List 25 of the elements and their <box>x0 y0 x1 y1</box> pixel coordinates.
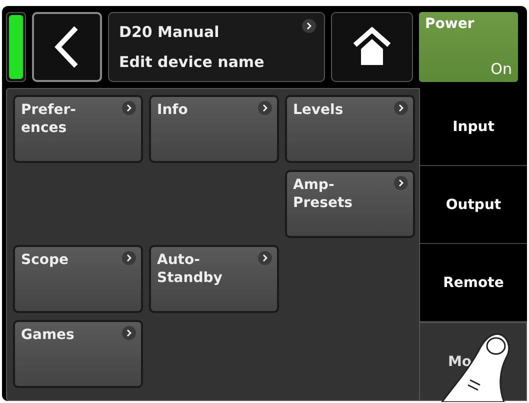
chevron-icon <box>122 326 136 340</box>
menu-button[interactable]: Games <box>13 320 143 388</box>
power-state: On <box>490 60 512 78</box>
menu-button[interactable]: Amp- Presets <box>285 170 415 238</box>
chevron-icon <box>258 101 272 115</box>
device-name-button[interactable]: D20 Manual Edit device name <box>108 12 325 82</box>
menu-button[interactable]: Info <box>149 95 279 163</box>
menu-button[interactable]: Levels <box>285 95 415 163</box>
chevron-icon <box>394 101 408 115</box>
home-button[interactable] <box>331 12 413 82</box>
back-button[interactable] <box>32 12 102 82</box>
power-button[interactable]: Power On <box>419 12 518 82</box>
menu-button[interactable]: Scope <box>13 245 143 313</box>
device-subtitle: Edit device name <box>119 53 264 71</box>
device-title: D20 Manual <box>119 23 220 41</box>
back-icon <box>54 25 80 69</box>
home-icon <box>352 27 392 67</box>
chevron-icon <box>302 19 316 33</box>
menu-button[interactable]: Prefer- ences <box>13 95 143 163</box>
chevron-icon <box>122 101 136 115</box>
chevron-icon <box>394 176 408 190</box>
chevron-icon <box>122 251 136 265</box>
power-label: Power <box>425 16 476 32</box>
menu-button[interactable]: Auto- Standby <box>149 245 279 313</box>
chevron-icon <box>258 251 272 265</box>
